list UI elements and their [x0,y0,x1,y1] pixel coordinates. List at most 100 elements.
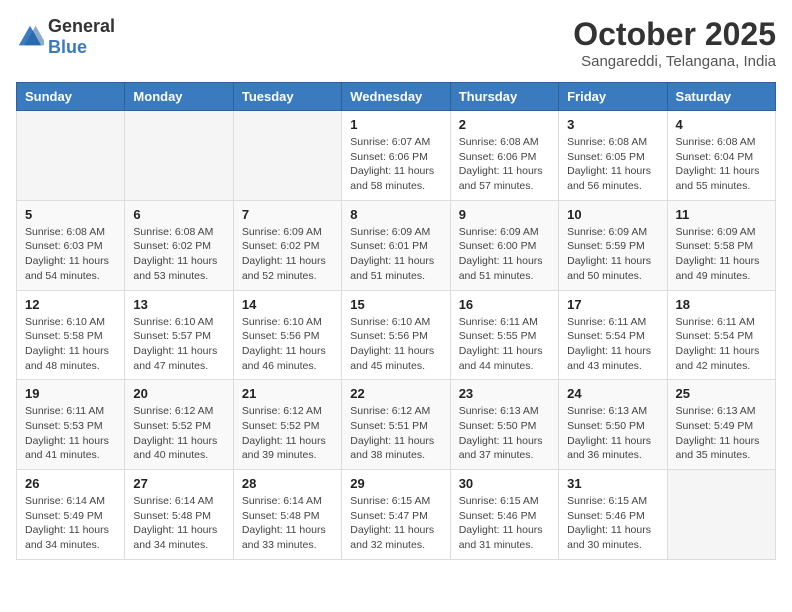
day-info: Sunrise: 6:11 AMSunset: 5:53 PMDaylight:… [25,404,116,463]
calendar-cell: 18 Sunrise: 6:11 AMSunset: 5:54 PMDayligh… [667,290,775,380]
day-number: 11 [676,207,767,222]
day-number: 22 [350,386,441,401]
day-number: 19 [25,386,116,401]
calendar-cell: 28Sunrise: 6:14 AMSunset: 5:48 PMDayligh… [233,470,341,560]
calendar-week-row: 5Sunrise: 6:08 AMSunset: 6:03 PMDaylight… [17,200,776,290]
day-number: 15 [350,297,441,312]
calendar-cell: 13 Sunrise: 6:10 AMSunset: 5:57 PMDayligh… [125,290,233,380]
day-number: 20 [133,386,224,401]
calendar-cell: 23Sunrise: 6:13 AMSunset: 5:50 PMDayligh… [450,380,558,470]
day-info: Sunrise: 6:13 AMSunset: 5:50 PMDaylight:… [567,404,658,463]
day-info: Sunrise: 6:15 AMSunset: 5:47 PMDaylight:… [350,494,441,553]
day-info: Sunrise: 6:10 AMSunset: 5:58 PMDaylight:… [25,315,116,374]
day-info: Sunrise: 6:11 AMSunset: 5:55 PMDaylight:… [459,315,550,374]
calendar-cell: 20 Sunrise: 6:12 AMSunset: 5:52 PMDayligh… [125,380,233,470]
day-info: Sunrise: 6:09 AMSunset: 5:59 PMDaylight:… [567,225,658,284]
calendar-cell [667,470,775,560]
logo-text-general: General [48,16,115,36]
weekday-header-monday: Monday [125,83,233,111]
calendar-cell [125,111,233,201]
calendar-week-row: 19 Sunrise: 6:11 AMSunset: 5:53 PMDayligh… [17,380,776,470]
calendar-cell: 29Sunrise: 6:15 AMSunset: 5:47 PMDayligh… [342,470,450,560]
day-number: 13 [133,297,224,312]
day-info: Sunrise: 6:10 AMSunset: 5:56 PMDaylight:… [242,315,333,374]
day-number: 18 [676,297,767,312]
day-info: Sunrise: 6:08 AMSunset: 6:03 PMDaylight:… [25,225,116,284]
day-number: 2 [459,117,550,132]
day-number: 30 [459,476,550,491]
calendar-cell: 17 Sunrise: 6:11 AMSunset: 5:54 PMDayligh… [559,290,667,380]
day-info: Sunrise: 6:13 AMSunset: 5:49 PMDaylight:… [676,404,767,463]
calendar-cell: 12 Sunrise: 6:10 AMSunset: 5:58 PMDayligh… [17,290,125,380]
weekday-header-sunday: Sunday [17,83,125,111]
day-info: Sunrise: 6:08 AMSunset: 6:06 PMDaylight:… [459,135,550,194]
calendar-cell: 30 Sunrise: 6:15 AMSunset: 5:46 PMDayligh… [450,470,558,560]
day-info: Sunrise: 6:10 AMSunset: 5:56 PMDaylight:… [350,315,441,374]
day-info: Sunrise: 6:11 AMSunset: 5:54 PMDaylight:… [567,315,658,374]
day-number: 14 [242,297,333,312]
weekday-header-wednesday: Wednesday [342,83,450,111]
day-number: 23 [459,386,550,401]
day-number: 12 [25,297,116,312]
calendar-cell: 14 Sunrise: 6:10 AMSunset: 5:56 PMDayligh… [233,290,341,380]
calendar-cell: 6 Sunrise: 6:08 AMSunset: 6:02 PMDaylight… [125,200,233,290]
weekday-header-saturday: Saturday [667,83,775,111]
day-info: Sunrise: 6:08 AMSunset: 6:02 PMDaylight:… [133,225,224,284]
calendar-cell: 15 Sunrise: 6:10 AMSunset: 5:56 PMDayligh… [342,290,450,380]
logo-icon [16,23,44,51]
day-info: Sunrise: 6:12 AMSunset: 5:52 PMDaylight:… [133,404,224,463]
calendar-cell: 4 Sunrise: 6:08 AMSunset: 6:04 PMDaylight… [667,111,775,201]
day-number: 17 [567,297,658,312]
calendar-cell: 16 Sunrise: 6:11 AMSunset: 5:55 PMDayligh… [450,290,558,380]
calendar-cell [233,111,341,201]
day-info: Sunrise: 6:15 AMSunset: 5:46 PMDaylight:… [459,494,550,553]
weekday-header-friday: Friday [559,83,667,111]
calendar-cell: 5Sunrise: 6:08 AMSunset: 6:03 PMDaylight… [17,200,125,290]
calendar-cell: 10 Sunrise: 6:09 AMSunset: 5:59 PMDayligh… [559,200,667,290]
day-number: 7 [242,207,333,222]
month-title: October 2025 [573,16,776,53]
day-info: Sunrise: 6:08 AMSunset: 6:04 PMDaylight:… [676,135,767,194]
day-info: Sunrise: 6:12 AMSunset: 5:51 PMDaylight:… [350,404,441,463]
calendar-cell: 27 Sunrise: 6:14 AMSunset: 5:48 PMDayligh… [125,470,233,560]
calendar-cell [17,111,125,201]
calendar-cell: 1Sunrise: 6:07 AMSunset: 6:06 PMDaylight… [342,111,450,201]
day-number: 21 [242,386,333,401]
calendar-cell: 8Sunrise: 6:09 AMSunset: 6:01 PMDaylight… [342,200,450,290]
logo-text-blue: Blue [48,37,87,57]
day-number: 26 [25,476,116,491]
day-number: 1 [350,117,441,132]
day-number: 9 [459,207,550,222]
calendar-week-row: 12 Sunrise: 6:10 AMSunset: 5:58 PMDayligh… [17,290,776,380]
weekday-header-row: SundayMondayTuesdayWednesdayThursdayFrid… [17,83,776,111]
day-info: Sunrise: 6:11 AMSunset: 5:54 PMDaylight:… [676,315,767,374]
calendar-cell: 7 Sunrise: 6:09 AMSunset: 6:02 PMDaylight… [233,200,341,290]
logo: General Blue [16,16,115,58]
day-number: 6 [133,207,224,222]
weekday-header-thursday: Thursday [450,83,558,111]
day-info: Sunrise: 6:10 AMSunset: 5:57 PMDaylight:… [133,315,224,374]
day-info: Sunrise: 6:09 AMSunset: 6:02 PMDaylight:… [242,225,333,284]
calendar-cell: 19 Sunrise: 6:11 AMSunset: 5:53 PMDayligh… [17,380,125,470]
calendar-cell: 24Sunrise: 6:13 AMSunset: 5:50 PMDayligh… [559,380,667,470]
day-number: 27 [133,476,224,491]
day-number: 28 [242,476,333,491]
day-number: 8 [350,207,441,222]
calendar-cell: 3Sunrise: 6:08 AMSunset: 6:05 PMDaylight… [559,111,667,201]
day-info: Sunrise: 6:08 AMSunset: 6:05 PMDaylight:… [567,135,658,194]
day-info: Sunrise: 6:12 AMSunset: 5:52 PMDaylight:… [242,404,333,463]
day-info: Sunrise: 6:14 AMSunset: 5:48 PMDaylight:… [133,494,224,553]
day-number: 31 [567,476,658,491]
day-number: 16 [459,297,550,312]
calendar-cell: 26Sunrise: 6:14 AMSunset: 5:49 PMDayligh… [17,470,125,560]
calendar-cell: 21 Sunrise: 6:12 AMSunset: 5:52 PMDayligh… [233,380,341,470]
day-number: 10 [567,207,658,222]
calendar-cell: 11 Sunrise: 6:09 AMSunset: 5:58 PMDayligh… [667,200,775,290]
day-info: Sunrise: 6:09 AMSunset: 5:58 PMDaylight:… [676,225,767,284]
header: General Blue October 2025 Sangareddi, Te… [16,16,776,70]
calendar-week-row: 1Sunrise: 6:07 AMSunset: 6:06 PMDaylight… [17,111,776,201]
day-number: 4 [676,117,767,132]
calendar-cell: 25Sunrise: 6:13 AMSunset: 5:49 PMDayligh… [667,380,775,470]
calendar-cell: 22 Sunrise: 6:12 AMSunset: 5:51 PMDayligh… [342,380,450,470]
calendar-cell: 31Sunrise: 6:15 AMSunset: 5:46 PMDayligh… [559,470,667,560]
